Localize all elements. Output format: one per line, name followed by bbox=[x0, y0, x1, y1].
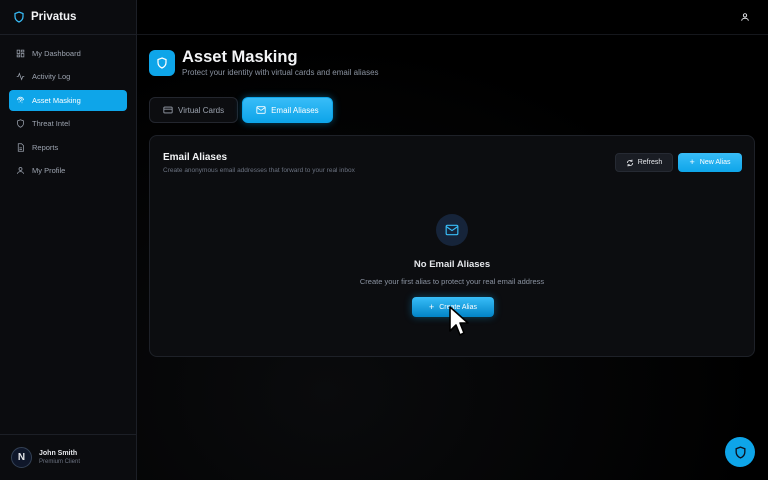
page-title: Asset Masking bbox=[182, 48, 298, 66]
header-shield-badge bbox=[149, 50, 175, 76]
tab-label: Email Aliases bbox=[271, 105, 319, 115]
credit-card-icon bbox=[163, 106, 173, 114]
plus-icon: + bbox=[428, 301, 435, 312]
mail-icon bbox=[445, 224, 459, 236]
activity-icon bbox=[16, 72, 25, 81]
refresh-button[interactable]: Refresh bbox=[615, 153, 673, 172]
sidebar-item-my-profile[interactable]: My Profile bbox=[9, 160, 127, 181]
sidebar-item-reports[interactable]: Reports bbox=[9, 137, 127, 158]
file-icon bbox=[17, 142, 24, 152]
brand[interactable]: Privatus bbox=[0, 0, 136, 35]
sidebar: Privatus My Dashboard Activity Log Asset… bbox=[0, 0, 137, 480]
sidebar-item-label: My Profile bbox=[32, 165, 66, 175]
page-subtitle: Protect your identity with virtual cards… bbox=[182, 68, 379, 77]
sidebar-item-label: Asset Masking bbox=[32, 95, 81, 105]
sidebar-item-my-dashboard[interactable]: My Dashboard bbox=[9, 43, 127, 64]
sidebar-item-label: Reports bbox=[32, 142, 59, 152]
tab-bar: Virtual Cards Email Aliases bbox=[149, 97, 337, 123]
shield-icon bbox=[734, 445, 746, 459]
tab-email-aliases[interactable]: Email Aliases bbox=[242, 97, 333, 123]
user-card[interactable]: N John Smith Premium Client bbox=[0, 434, 136, 480]
floating-shield-button[interactable] bbox=[725, 437, 755, 467]
sidebar-item-asset-masking[interactable]: Asset Masking bbox=[9, 89, 127, 111]
user-name: John Smith bbox=[39, 450, 78, 457]
topbar bbox=[137, 0, 768, 35]
sidebar-item-label: Threat Intel bbox=[32, 119, 70, 129]
panel-description: Create anonymous email addresses that fo… bbox=[163, 167, 355, 174]
tab-virtual-cards[interactable]: Virtual Cards bbox=[149, 97, 239, 123]
shield-icon bbox=[157, 57, 167, 69]
user-role: Premium Client bbox=[39, 459, 81, 465]
new-alias-button[interactable]: + New Alias bbox=[678, 153, 742, 172]
user-icon bbox=[17, 167, 24, 174]
mouse-pointer-icon bbox=[449, 306, 469, 336]
sidebar-item-activity-log[interactable]: Activity Log bbox=[9, 66, 127, 87]
page-header: Asset Masking Protect your identity with… bbox=[149, 49, 379, 77]
plus-icon: + bbox=[689, 157, 695, 167]
sidebar-item-threat-intel[interactable]: Threat Intel bbox=[9, 113, 127, 134]
refresh-icon bbox=[626, 159, 633, 166]
empty-state-mail-badge bbox=[436, 214, 468, 246]
avatar: N bbox=[11, 447, 32, 468]
mail-icon bbox=[256, 106, 266, 114]
panel-title: Email Aliases bbox=[163, 152, 228, 163]
brand-name: Privatus bbox=[31, 11, 77, 23]
tab-label: Virtual Cards bbox=[178, 105, 225, 115]
user-info: John Smith Premium Client bbox=[39, 450, 80, 465]
sidebar-nav: My Dashboard Activity Log Asset Masking … bbox=[0, 35, 136, 181]
sidebar-item-label: My Dashboard bbox=[32, 49, 81, 58]
new-alias-label: New Alias bbox=[699, 159, 731, 166]
sidebar-item-label: Activity Log bbox=[32, 72, 71, 82]
shield-logo-icon bbox=[14, 11, 24, 23]
refresh-label: Refresh bbox=[637, 159, 663, 166]
empty-state-description: Create your first alias to protect your … bbox=[359, 277, 545, 286]
empty-state-title: No Email Aliases bbox=[413, 259, 491, 270]
shield-icon bbox=[17, 119, 24, 128]
dashboard-icon bbox=[16, 49, 25, 58]
fingerprint-icon bbox=[17, 96, 24, 103]
account-icon[interactable] bbox=[740, 12, 750, 22]
